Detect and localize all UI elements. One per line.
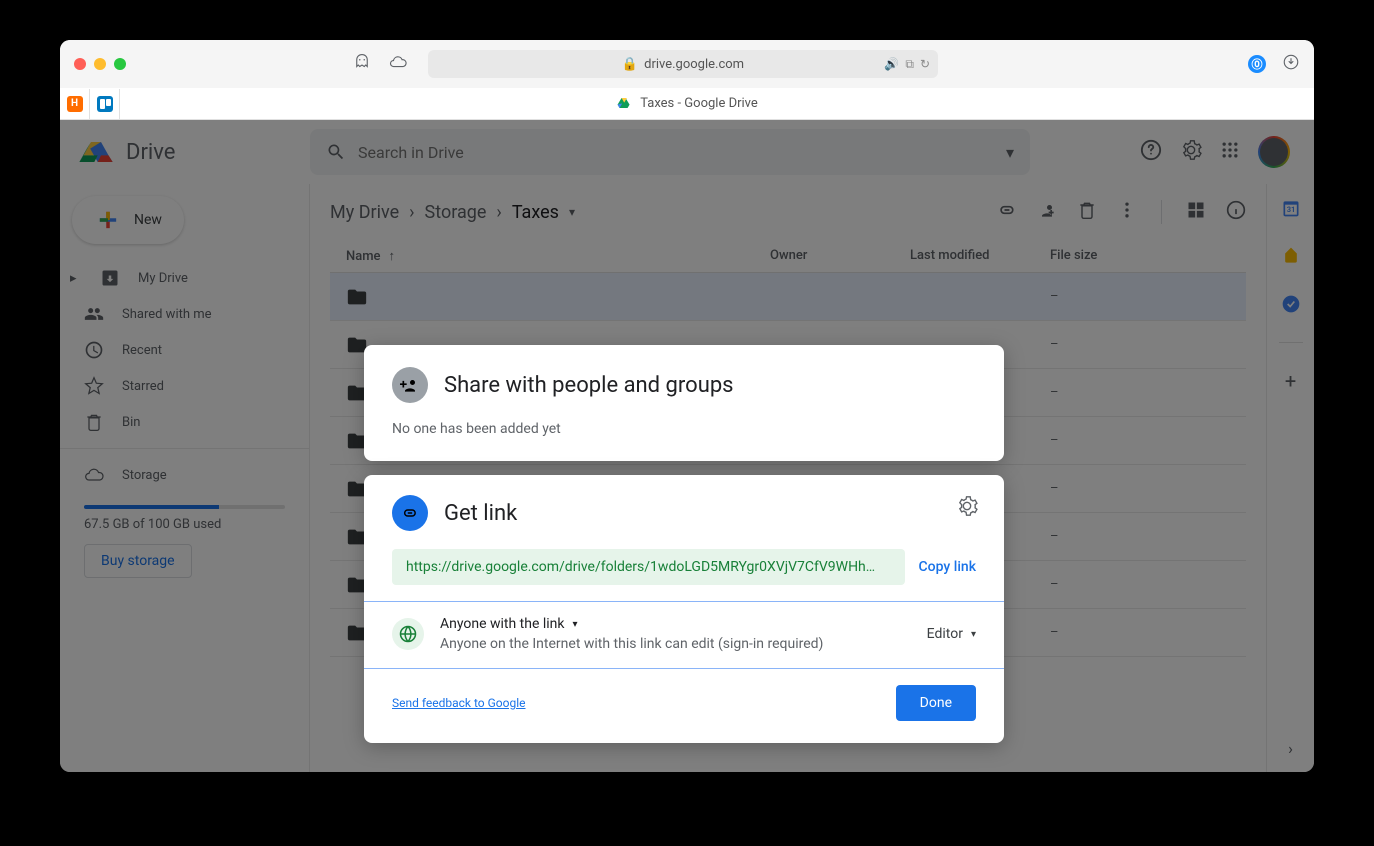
share-link-box[interactable]: https://drive.google.com/drive/folders/1… [392, 549, 905, 585]
pip-icon[interactable]: ⧉ [905, 57, 914, 72]
pinned-tab-2[interactable] [90, 89, 120, 119]
tab-strip: H Taxes - Google Drive [60, 88, 1314, 120]
close-window-button[interactable] [74, 58, 86, 70]
link-settings-icon[interactable] [956, 495, 978, 521]
share-title: Share with people and groups [444, 373, 734, 398]
done-button[interactable]: Done [896, 685, 976, 721]
ghost-icon[interactable] [353, 53, 371, 75]
address-bar[interactable]: 🔒 drive.google.com 🔊 ⧉ ↻ [428, 50, 938, 78]
browser-chrome: 🔒 drive.google.com 🔊 ⧉ ↻ ⓪ [60, 40, 1314, 88]
browser-window: 🔒 drive.google.com 🔊 ⧉ ↻ ⓪ H Taxes - Goo… [60, 40, 1314, 772]
globe-icon [392, 618, 424, 650]
link-icon [392, 495, 428, 531]
get-link-title: Get link [444, 501, 517, 526]
minimize-window-button[interactable] [94, 58, 106, 70]
lock-icon: 🔒 [622, 57, 638, 72]
downloads-icon[interactable] [1282, 53, 1300, 75]
chevron-down-icon: ▾ [573, 619, 578, 630]
reload-icon[interactable]: ↻ [920, 57, 930, 71]
permission-description: Anyone on the Internet with this link ca… [440, 636, 911, 652]
copy-link-button[interactable]: Copy link [919, 559, 976, 575]
share-people-card: Share with people and groups No one has … [364, 345, 1004, 461]
add-people-icon [392, 367, 428, 403]
url-text: drive.google.com [644, 57, 744, 72]
drive-favicon-icon [616, 96, 632, 112]
feedback-link[interactable]: Send feedback to Google [392, 696, 526, 710]
maximize-window-button[interactable] [114, 58, 126, 70]
share-empty-text: No one has been added yet [392, 421, 976, 437]
share-dialog: Share with people and groups No one has … [364, 345, 1004, 757]
onepassword-icon[interactable]: ⓪ [1248, 55, 1266, 73]
permission-role-dropdown[interactable]: Editor ▾ [927, 626, 976, 642]
tab-title-text: Taxes - Google Drive [640, 96, 758, 111]
cloud-icon[interactable] [389, 53, 407, 75]
drive-app: Drive ▾ New [60, 120, 1314, 772]
permission-scope-dropdown[interactable]: Anyone with the link ▾ [440, 616, 911, 632]
traffic-lights [74, 58, 126, 70]
active-tab[interactable]: Taxes - Google Drive [616, 96, 758, 112]
chevron-down-icon: ▾ [971, 629, 976, 640]
pinned-tab-1[interactable]: H [60, 89, 90, 119]
speaker-icon[interactable]: 🔊 [884, 57, 899, 71]
get-link-card: Get link https://drive.google.com/drive/… [364, 475, 1004, 743]
